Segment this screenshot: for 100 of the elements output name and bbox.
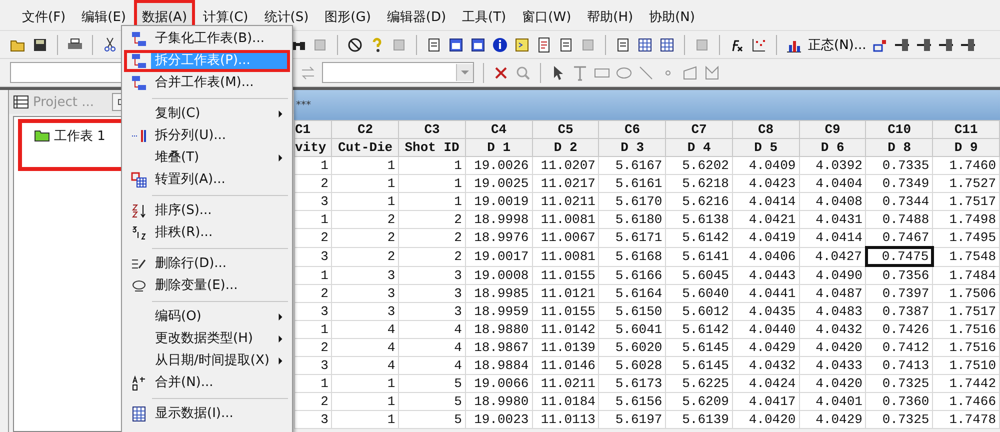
menu-item[interactable]: 窗口(W)	[514, 0, 580, 30]
scissors-icon[interactable]	[102, 36, 118, 52]
column-header[interactable]: C3	[398, 120, 466, 138]
table-cell: 5.6145	[666, 338, 732, 356]
table-cell: 0.7426	[866, 320, 933, 338]
menu-item[interactable]: 编辑(E)	[74, 0, 134, 30]
column-name[interactable]: D 6	[799, 138, 866, 156]
polygon-icon[interactable]	[704, 64, 720, 80]
table-cell: 18.9985	[465, 284, 532, 302]
table-cell: 2	[294, 338, 332, 356]
column-name[interactable]: D 1	[465, 138, 532, 156]
menu-item[interactable]: 编辑器(D)	[378, 0, 454, 30]
menu-item[interactable]: 文件(F)	[14, 0, 74, 30]
table-cell: 11.0113	[532, 410, 599, 428]
menu-item[interactable]: 图形(G)	[316, 0, 379, 30]
worksheet-icon[interactable]	[426, 36, 442, 52]
bars-icon[interactable]	[916, 36, 932, 52]
polygon-icon[interactable]	[682, 64, 698, 80]
ellipse-icon[interactable]	[616, 64, 632, 80]
column-name[interactable]: D 2	[532, 138, 599, 156]
table-cell: 1	[294, 210, 332, 228]
column-header[interactable]: C7	[666, 120, 732, 138]
menu-item[interactable]: 合并工作表(M)...	[124, 72, 290, 94]
table-cell: 0.7344	[866, 192, 933, 210]
menu-item[interactable]: 子集化工作表(B)...	[124, 28, 290, 50]
column-name[interactable]: Shot ID	[398, 138, 466, 156]
menu-item[interactable]: 排秩(R)...	[124, 222, 290, 244]
column-name[interactable]: D 9	[932, 138, 1000, 156]
column-name[interactable]: Cut-Die	[332, 138, 399, 156]
table-cell: 4.0443	[732, 266, 800, 284]
table-cell: 5.6161	[598, 174, 666, 192]
column-name[interactable]: D 3	[598, 138, 666, 156]
menu-item[interactable]: 转置列(A)...	[124, 169, 290, 191]
dropdown-field[interactable]	[322, 62, 474, 83]
table-cell: 5.6138	[666, 210, 732, 228]
table-cell: 11.0142	[532, 320, 599, 338]
table-cell: 3	[294, 302, 332, 320]
report-icon[interactable]	[536, 36, 552, 52]
column-header[interactable]: C4	[465, 120, 532, 138]
close-icon[interactable]	[493, 64, 509, 80]
column-header[interactable]: C11	[932, 120, 1000, 138]
menu-item[interactable]: 帮助(H)	[579, 0, 642, 30]
window-icon[interactable]	[448, 36, 464, 52]
menu-item[interactable]: 从日期/时间提取(X)	[124, 350, 290, 372]
bars-icon[interactable]	[894, 36, 910, 52]
column-header[interactable]: C5	[532, 120, 599, 138]
table-cell: 3	[294, 410, 332, 428]
command-field[interactable]	[10, 62, 122, 83]
table-cell: 19.0019	[465, 192, 532, 210]
menu-item[interactable]: 合并(N)...	[124, 372, 290, 394]
table-cell: 4.0409	[732, 156, 800, 174]
menu-item[interactable]: 排序(S)...	[124, 200, 290, 222]
menu-item[interactable]: 显示数据(I)...	[124, 403, 290, 425]
menu-item[interactable]: 工具(T)	[454, 0, 514, 30]
table-cell: 11.0207	[532, 156, 599, 174]
merge-icon	[131, 75, 147, 91]
window-icon[interactable]	[470, 36, 486, 52]
table-cell: 0.7475	[866, 247, 933, 266]
bars-icon[interactable]	[960, 36, 976, 52]
column-name[interactable]: vity	[294, 138, 332, 156]
table-cell: 5.6170	[598, 192, 666, 210]
column-header[interactable]: C9	[799, 120, 866, 138]
dot-chart-icon[interactable]	[751, 36, 767, 52]
sort-icon	[131, 203, 147, 219]
table-cell: 2	[332, 228, 399, 247]
menu-item[interactable]: 更改数据类型(H)	[124, 328, 290, 350]
grid-icon[interactable]	[637, 36, 653, 52]
table-cell: 5.6171	[598, 228, 666, 247]
column-header[interactable]: C8	[732, 120, 800, 138]
note-icon[interactable]	[514, 36, 530, 52]
no-entry-icon[interactable]	[347, 36, 363, 52]
column-header[interactable]: C6	[598, 120, 666, 138]
table-cell: 11.0146	[532, 356, 599, 374]
table-cell: 18.9867	[465, 338, 532, 356]
column-name[interactable]: D 5	[732, 138, 800, 156]
save-icon[interactable]	[32, 36, 48, 52]
table-cell: 5.6028	[598, 356, 666, 374]
menu-item[interactable]: 协助(N)	[641, 0, 703, 30]
menu-item[interactable]: 删除变量(E)...	[124, 275, 290, 297]
columns-icon	[131, 128, 147, 144]
grid-icon[interactable]	[659, 36, 675, 52]
table-cell: 2	[398, 228, 466, 247]
column-name[interactable]: D 8	[866, 138, 933, 156]
table-cell: 11.0184	[532, 392, 599, 410]
table-cell: 5.6218	[666, 174, 732, 192]
menu-item[interactable]: 编码(O)	[124, 306, 290, 328]
column-header[interactable]: C2	[332, 120, 399, 138]
bars-icon[interactable]	[938, 36, 954, 52]
text-tool-icon[interactable]	[572, 64, 588, 80]
table-cell: 11.0211	[532, 192, 599, 210]
column-header[interactable]: C10	[866, 120, 933, 138]
table-cell: 4.0404	[799, 174, 866, 192]
table-cell: 11.0155	[532, 302, 599, 320]
info-icon[interactable]	[492, 36, 508, 52]
normal-distribution-button[interactable]: 正态(N)...	[808, 36, 866, 54]
column-name[interactable]: D 4	[666, 138, 732, 156]
table-cell: 1	[398, 192, 466, 210]
column-header[interactable]: C1	[294, 120, 332, 138]
line-icon[interactable]	[638, 64, 654, 80]
menu-item[interactable]: 删除行(D)...	[124, 253, 290, 275]
